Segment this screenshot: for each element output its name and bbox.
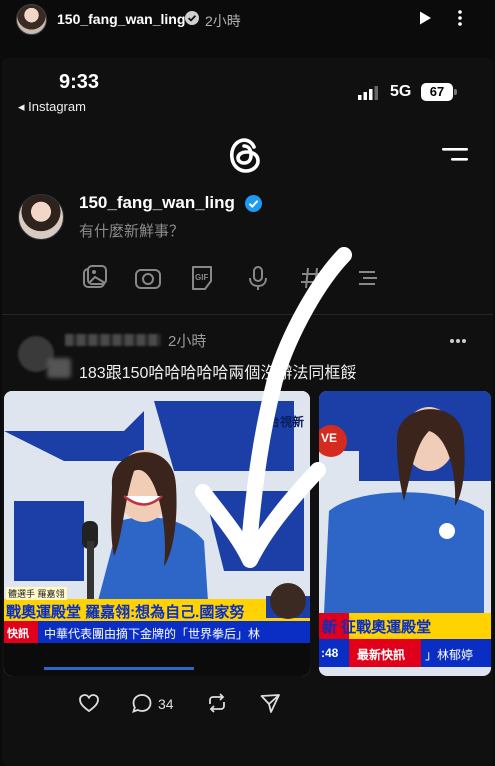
- verified-icon: [245, 195, 262, 212]
- like-icon[interactable]: [78, 692, 100, 714]
- ticker-label: 最新快訊: [357, 648, 406, 662]
- story-username[interactable]: 150_fang_wan_ling: [57, 11, 185, 27]
- battery-level: 67: [421, 83, 453, 101]
- news-headline: 戰奧運殿堂 羅嘉翎:想為自己.國家努: [6, 604, 245, 621]
- menu-icon[interactable]: [442, 147, 468, 163]
- station-label: 台視新: [268, 415, 305, 429]
- svg-text:GIF: GIF: [195, 273, 208, 282]
- signal-icon: [358, 86, 378, 100]
- network-label: 5G: [390, 83, 412, 100]
- ticker-text: 」林郁婷: [425, 648, 474, 662]
- hashtag-icon[interactable]: [298, 264, 326, 292]
- ticker-time: :48: [321, 646, 339, 660]
- comment-icon[interactable]: [131, 692, 153, 714]
- composer-placeholder[interactable]: 有什麼新鮮事？: [79, 220, 184, 241]
- battery-cap: [454, 89, 457, 95]
- blurred-emoji: [47, 358, 71, 378]
- divider: [2, 314, 493, 315]
- back-to-instagram[interactable]: ◂ Instagram: [18, 99, 86, 115]
- story-time: 2小時: [205, 13, 241, 29]
- threads-logo-icon[interactable]: [226, 135, 264, 175]
- post-time: 2小時: [168, 333, 207, 350]
- verified-icon: [185, 11, 199, 25]
- ticker-label: 快訊: [7, 628, 29, 640]
- caption-small: 體選手 羅嘉翎: [6, 587, 67, 600]
- shared-screenshot: 9:33 ◂ Instagram 5G 67 150_fang_wan_ling…: [2, 58, 493, 766]
- post-text: 183跟150哈哈哈哈哈兩個沒辦法同框餒: [79, 365, 357, 382]
- status-time: 9:33: [59, 71, 100, 93]
- reply-count: 34: [158, 696, 174, 712]
- gif-icon[interactable]: GIF: [188, 264, 216, 292]
- ticker-text: 中華代表團由摘下金牌的「世界拳后」林: [44, 627, 261, 641]
- post-username-blurred[interactable]: [65, 334, 161, 346]
- play-icon[interactable]: [417, 10, 433, 26]
- news-headline: 新 征戰奧運殿堂: [322, 619, 432, 636]
- image-icon[interactable]: [81, 264, 109, 292]
- camera-icon[interactable]: [134, 264, 162, 292]
- mic-icon[interactable]: [244, 264, 272, 292]
- repost-icon[interactable]: [206, 692, 228, 714]
- composer-avatar: [18, 194, 64, 240]
- post-image-1[interactable]: 台視新 體選手 羅嘉翎 戰奧運殿堂 羅嘉翎:想為自己.國家努 快訊 中華代表團由…: [4, 391, 310, 676]
- post-actions: 34: [2, 688, 493, 718]
- more-icon[interactable]: [451, 9, 469, 27]
- composer-username: 150_fang_wan_ling: [79, 193, 235, 212]
- story-avatar[interactable]: [16, 4, 47, 35]
- share-icon[interactable]: [259, 692, 281, 714]
- story-header: 150_fang_wan_ling 2小時: [0, 0, 495, 40]
- more-icon[interactable]: [449, 338, 467, 344]
- list-icon[interactable]: [353, 264, 381, 292]
- live-badge: VE: [321, 431, 338, 445]
- post-image-2[interactable]: VE 新 征戰奧運殿堂 :48 最新快訊 」林郁婷: [319, 391, 491, 676]
